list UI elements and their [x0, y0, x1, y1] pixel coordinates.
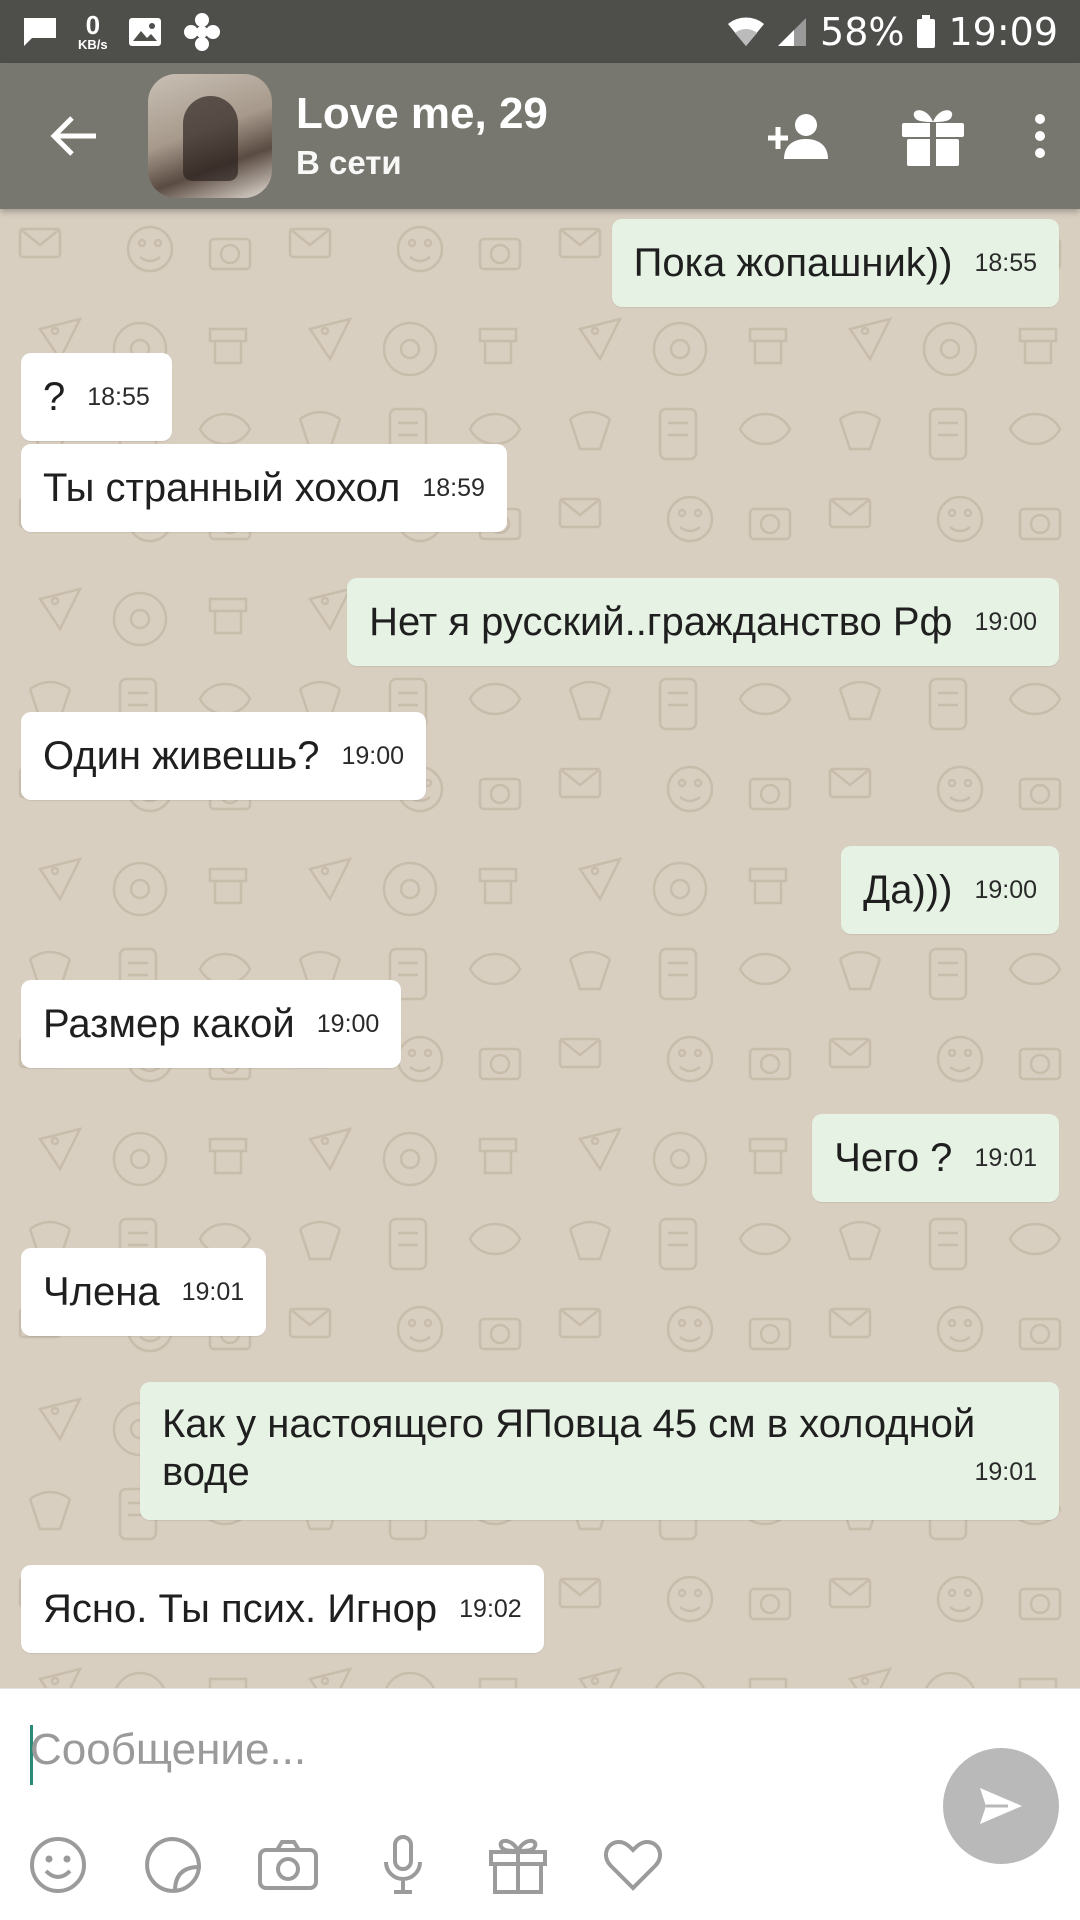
message-text: Ты странный хохол [43, 465, 401, 510]
message-outgoing[interactable]: Да))) 19:00 [841, 846, 1059, 934]
gift-composer-button[interactable] [460, 1810, 575, 1920]
chat-header: Love me, 29 В сети [0, 63, 1080, 209]
message-time: 19:01 [181, 1277, 245, 1306]
microphone-button[interactable] [345, 1810, 460, 1920]
message-text: Чего ? [834, 1135, 953, 1180]
message-time: 19:00 [316, 1009, 380, 1038]
message-text: Размер какой [43, 1001, 295, 1046]
message-incoming[interactable]: Ясно. Ты псих. Игнор 19:02 [21, 1565, 544, 1653]
message-outgoing[interactable]: Нет я русский..гражданство Рф 19:00 [347, 578, 1059, 666]
avatar[interactable] [148, 74, 272, 198]
status-bar: 0 KB/s 58% 19:09 [0, 0, 1080, 63]
contact-status: В сети [296, 144, 402, 182]
message-outgoing[interactable]: Как у настоящего ЯПовца 45 см в холодной… [140, 1382, 1059, 1520]
net-speed: 0 KB/s [78, 12, 108, 51]
more-icon [1035, 114, 1045, 158]
message-time: 18:55 [87, 382, 150, 411]
message-incoming[interactable]: Один живешь? 19:00 [21, 712, 427, 800]
wifi-icon [728, 16, 765, 46]
contact-name: Love me, 29 [296, 88, 548, 138]
emoji-button[interactable] [0, 1810, 115, 1920]
message-text: Как у настоящего ЯПовца 45 см в холодной [162, 1402, 976, 1446]
clock: 19:09 [948, 9, 1058, 54]
message-incoming[interactable]: Члена 19:01 [21, 1248, 267, 1336]
message-outgoing[interactable]: Чего ? 19:01 [812, 1114, 1059, 1202]
chat-area[interactable]: Пока жопашниk)) 18:55 ? 18:55 Ты странны… [0, 209, 1080, 1688]
app-icon [183, 12, 220, 51]
battery-icon [917, 14, 936, 48]
message-time: 19:00 [341, 741, 405, 770]
message-time: 19:02 [459, 1594, 522, 1623]
camera-icon [257, 1840, 318, 1890]
contact-title[interactable]: Love me, 29 В сети [296, 88, 548, 182]
image-icon [128, 17, 161, 46]
battery-percent: 58% [820, 9, 905, 54]
signal-icon [778, 17, 807, 46]
gift-button[interactable] [866, 63, 1000, 209]
message-incoming[interactable]: Ты странный хохол 18:59 [21, 444, 507, 532]
message-time: 19:01 [974, 1458, 1037, 1486]
message-incoming[interactable]: Размер какой 19:00 [21, 980, 402, 1068]
emoji-icon [29, 1837, 86, 1893]
microphone-icon [383, 1835, 422, 1894]
message-text: Члена [43, 1269, 160, 1314]
message-text: Да))) [863, 867, 953, 912]
message-text: Ясно. Ты псих. Игнор [43, 1586, 438, 1631]
net-speed-value: 0 [85, 10, 101, 40]
more-button[interactable] [1000, 63, 1080, 209]
sticker-button[interactable] [115, 1810, 230, 1920]
message-time: 18:59 [422, 473, 485, 502]
add-friend-button[interactable] [732, 63, 866, 209]
add-friend-icon [768, 114, 828, 159]
send-icon [980, 1788, 1022, 1824]
like-button[interactable] [575, 1810, 690, 1920]
back-arrow-icon [50, 116, 96, 156]
camera-button[interactable] [230, 1810, 345, 1920]
message-time: 19:01 [974, 1143, 1037, 1172]
message-input[interactable] [30, 1715, 890, 1785]
back-button[interactable] [0, 63, 148, 209]
gift-icon [902, 110, 964, 166]
message-time: 19:00 [974, 607, 1037, 636]
message-incoming[interactable]: ? 18:55 [21, 353, 172, 441]
sticker-icon [144, 1836, 201, 1893]
heart-icon [603, 1839, 662, 1891]
message-text: Один живешь? [43, 733, 320, 778]
message-text: Пока жопашниk)) [633, 240, 953, 285]
send-button[interactable] [943, 1748, 1059, 1864]
message-icon [24, 17, 56, 46]
composer-toolbar [0, 1810, 700, 1920]
message-time: 19:00 [974, 875, 1037, 904]
gift-icon [488, 1838, 547, 1894]
message-text: Нет я русский..гражданство Рф [369, 599, 953, 644]
message-outgoing[interactable]: Пока жопашниk)) 18:55 [611, 219, 1059, 307]
message-text-continued: воде [162, 1450, 250, 1494]
net-speed-unit: KB/s [78, 37, 108, 52]
message-time: 18:55 [974, 248, 1037, 277]
message-text: ? [43, 374, 66, 419]
